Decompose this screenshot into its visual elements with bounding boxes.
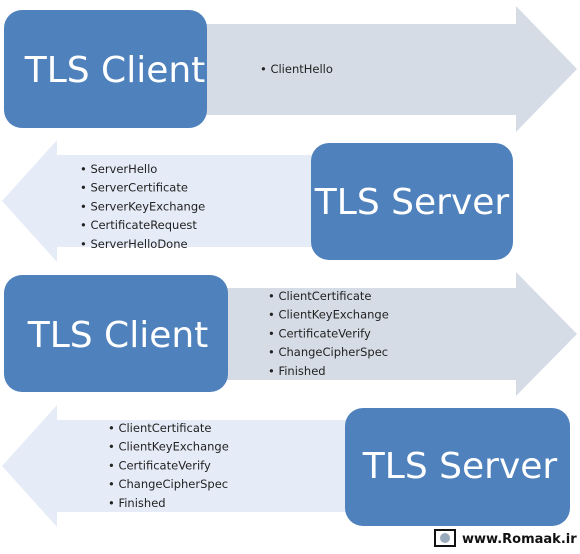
message-item: • ChangeCipherSpec (108, 477, 228, 491)
message-item: • ClientKeyExchange (268, 308, 389, 322)
tls-server-label-2: TLS Server (314, 182, 510, 223)
tls-handshake-diagram: TLS Client • ClientHello TLS Server • Se… (0, 0, 580, 554)
message-item: • ChangeCipherSpec (268, 345, 388, 359)
row-1: TLS Client • ClientHello (4, 6, 577, 132)
message-item: • ClientHello (260, 62, 333, 76)
message-item: • ServerKeyExchange (80, 199, 205, 213)
message-item: • CertificateVerify (108, 458, 211, 472)
message-item: • Finished (268, 364, 326, 378)
tls-client-label-3: TLS Client (27, 315, 209, 356)
watermark: www.Romaak.ir (434, 529, 577, 547)
message-item: • ClientCertificate (108, 421, 211, 435)
message-item: • ClientCertificate (268, 289, 371, 303)
message-item: • Finished (108, 496, 166, 510)
arrow-right-1 (200, 6, 577, 132)
row-4: TLS Server • ClientCertificate • ClientKe… (2, 405, 570, 527)
message-item: • CertificateRequest (80, 218, 197, 232)
message-item: • ServerHelloDone (80, 237, 188, 251)
message-item: • ClientKeyExchange (108, 440, 229, 454)
message-item: • ServerCertificate (80, 181, 188, 195)
watermark-text: www.Romaak.ir (462, 532, 577, 547)
tls-client-label-1: TLS Client (24, 50, 206, 91)
message-item: • ServerHello (80, 162, 157, 176)
message-item: • CertificateVerify (268, 326, 371, 340)
row-2: TLS Server • ServerHello • ServerCertific… (2, 140, 513, 262)
tls-server-label-4: TLS Server (362, 446, 558, 487)
row-3: TLS Client • ClientCertificate • ClientKe… (4, 272, 577, 396)
